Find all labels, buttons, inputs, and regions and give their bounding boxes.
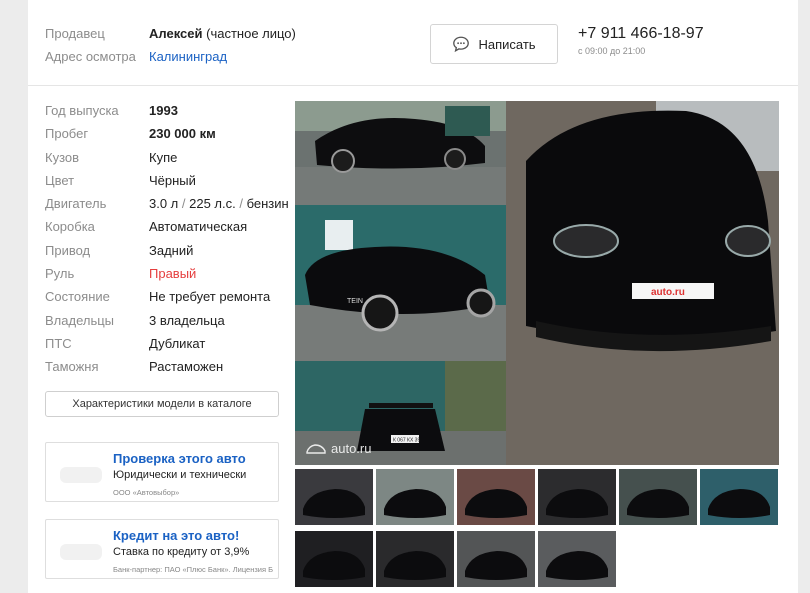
seller-type: (частное лицо) bbox=[206, 26, 296, 41]
photo-thumbnail[interactable] bbox=[295, 531, 373, 587]
promo-title: Кредит на это авто! bbox=[113, 528, 240, 543]
promo-title: Проверка этого авто bbox=[113, 451, 246, 466]
chat-icon bbox=[453, 36, 470, 53]
car-thumbnail-image bbox=[627, 489, 689, 518]
seller-label: Продавец bbox=[45, 26, 105, 41]
credit-illustration-icon bbox=[60, 544, 102, 560]
spec-value: Чёрный bbox=[149, 172, 196, 188]
spec-value: Купе bbox=[149, 149, 178, 165]
car-photo-image: TEIN bbox=[295, 205, 506, 361]
photo-thumbnail[interactable] bbox=[376, 469, 454, 525]
address-label: Адрес осмотра bbox=[45, 49, 136, 64]
spec-value: Дубликат bbox=[149, 335, 206, 351]
car-thumbnail-image bbox=[303, 489, 365, 518]
spec-row: Владельцы 3 владельца bbox=[45, 310, 290, 333]
engine-part: 225 л.с. bbox=[189, 196, 236, 212]
spec-key: Руль bbox=[45, 266, 75, 282]
photo-thumbnail[interactable] bbox=[376, 531, 454, 587]
engine-part: 3.0 л bbox=[149, 196, 179, 212]
car-thumbnail-image bbox=[303, 551, 365, 580]
photo-thumbnail[interactable] bbox=[538, 469, 616, 525]
car-thumbnail-image bbox=[465, 551, 527, 580]
spec-key: Коробка bbox=[45, 219, 95, 235]
spec-row: Таможня Растаможен bbox=[45, 356, 290, 379]
car-thumbnail-image bbox=[708, 489, 770, 518]
spec-value: 3 владельца bbox=[149, 312, 225, 328]
photo-thumbnail[interactable] bbox=[457, 469, 535, 525]
promo-check-car[interactable]: Проверка этого авто Юридически и техниче… bbox=[45, 442, 279, 502]
photo-thumbnail[interactable] bbox=[295, 469, 373, 525]
photo-thumbnail[interactable] bbox=[457, 531, 535, 587]
car-logo-icon bbox=[306, 443, 326, 454]
spec-value: 1993 bbox=[149, 103, 178, 118]
spec-row: Двигатель 3.0 л / 225 л.с. / бензин bbox=[45, 193, 290, 216]
spec-key: ПТС bbox=[45, 335, 72, 351]
photo-thumbnail[interactable] bbox=[700, 469, 778, 525]
photo-car-front[interactable]: auto.ru bbox=[506, 101, 779, 465]
listing-card: Продавец Алексей (частное лицо) Адрес ос… bbox=[28, 0, 798, 593]
spec-row: ПТС Дубликат bbox=[45, 333, 290, 356]
car-photo-image bbox=[295, 101, 506, 205]
spec-key: Пробег bbox=[45, 126, 89, 142]
specs-table: Год выпуска 1993 Пробег 230 000 км Кузов Купе… bbox=[45, 100, 290, 380]
promo-note: ООО «Автовыбор» bbox=[113, 488, 180, 497]
car-thumbnail-image bbox=[384, 489, 446, 518]
check-car-illustration-icon bbox=[60, 467, 102, 483]
car-thumbnail-image bbox=[465, 489, 527, 518]
spec-row: Привод Задний bbox=[45, 240, 290, 263]
spec-key: Двигатель bbox=[45, 196, 107, 212]
plate-text: auto.ru bbox=[651, 287, 685, 298]
photo-thumbnail[interactable] bbox=[619, 469, 697, 525]
write-message-button[interactable]: Написать bbox=[430, 24, 558, 64]
car-photo-image: auto.ru bbox=[506, 101, 779, 465]
watermark-text: auto.ru bbox=[331, 441, 372, 456]
photo-car-rear-three-quarter[interactable]: TEIN bbox=[295, 205, 506, 361]
phone-number[interactable]: +7 911 466-18-97 bbox=[578, 25, 704, 43]
photo-car-side-top[interactable] bbox=[295, 101, 506, 205]
main-photo-gallery[interactable]: TEIN К 067 КХ 39 auto.ru auto.ru bbox=[295, 101, 779, 465]
spec-value: 3.0 л / 225 л.с. / бензин bbox=[149, 196, 289, 212]
car-thumbnail-image bbox=[384, 551, 446, 580]
car-thumbnail-image bbox=[546, 489, 608, 518]
promo-credit[interactable]: Кредит на это авто! Ставка по кредиту от… bbox=[45, 519, 279, 579]
promo-subtitle: Ставка по кредиту от 3,9% bbox=[113, 546, 250, 558]
spec-value: 230 000 км bbox=[149, 126, 216, 142]
svg-text:TEIN: TEIN bbox=[347, 298, 363, 305]
catalog-button[interactable]: Характеристики модели в каталоге bbox=[45, 391, 279, 417]
spec-value: Не требует ремонта bbox=[149, 289, 271, 305]
spec-value: Растаможен bbox=[149, 359, 224, 375]
spec-key: Владельцы bbox=[45, 312, 115, 328]
photo-thumbnail[interactable] bbox=[538, 531, 616, 587]
seller-value: Алексей (частное лицо) bbox=[149, 26, 296, 41]
spec-key: Состояние bbox=[45, 289, 110, 305]
spec-row: Кузов Купе bbox=[45, 147, 290, 170]
spec-row: Состояние Не требует ремонта bbox=[45, 286, 290, 309]
spec-row: Руль Правый bbox=[45, 263, 290, 286]
spec-value: Автоматическая bbox=[149, 219, 248, 235]
spec-key: Кузов bbox=[45, 149, 80, 165]
spec-value: Правый bbox=[149, 266, 197, 282]
spec-key: Год выпуска bbox=[45, 103, 119, 118]
rear-plate: К 067 КХ 39 bbox=[393, 438, 420, 444]
promo-note: Банк-партнер: ПАО «Плюс Банк». Лицензия … bbox=[113, 565, 274, 574]
spec-key: Таможня bbox=[45, 359, 99, 375]
spec-key: Привод bbox=[45, 242, 91, 258]
spec-row: Цвет Чёрный bbox=[45, 170, 290, 193]
promo-subtitle: Юридически и технически bbox=[113, 469, 247, 481]
spec-key: Цвет bbox=[45, 172, 75, 188]
write-button-label: Написать bbox=[478, 36, 536, 52]
spec-row: Коробка Автоматическая bbox=[45, 216, 290, 239]
spec-row: Год выпуска 1993 bbox=[45, 100, 290, 123]
photo-watermark: auto.ru bbox=[305, 441, 371, 456]
call-hours: с 09:00 до 21:00 bbox=[578, 46, 646, 56]
seller-block: Продавец Алексей (частное лицо) Адрес ос… bbox=[28, 0, 798, 86]
spec-value: Задний bbox=[149, 242, 194, 258]
address-link[interactable]: Калининград bbox=[149, 49, 227, 64]
car-thumbnail-image bbox=[546, 551, 608, 580]
seller-name: Алексей bbox=[149, 26, 203, 41]
engine-part: бензин bbox=[246, 196, 289, 212]
spec-row: Пробег 230 000 км bbox=[45, 123, 290, 146]
